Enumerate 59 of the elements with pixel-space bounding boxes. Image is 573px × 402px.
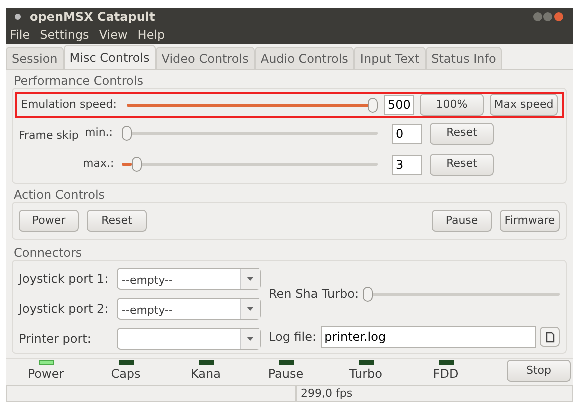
status-text: 299,0 fps (296, 385, 573, 402)
field-label: Joystick port 1: (19, 271, 110, 288)
input-field[interactable]: 3 (392, 154, 422, 174)
slider-thumb[interactable] (363, 286, 374, 302)
field-label: min.: (84, 125, 113, 142)
menu-item[interactable]: Settings (40, 26, 90, 44)
tab[interactable]: Audio Controls (254, 47, 354, 69)
document-icon (546, 332, 554, 342)
action-button[interactable]: Power (19, 210, 79, 232)
tab[interactable]: Session (6, 47, 64, 69)
field-label: Printer port: (19, 331, 92, 348)
dropdown-arrow-icon (247, 307, 254, 311)
reset-button[interactable]: Reset (430, 122, 494, 144)
led-label: Kana (191, 366, 221, 382)
tab[interactable]: Misc Controls (64, 45, 156, 69)
slider-thumb[interactable] (122, 126, 132, 141)
field-label: Ren Sha Turbo: (269, 286, 360, 303)
combo-value: --empty-- (122, 274, 173, 287)
field-label: Frame skip (19, 128, 79, 142)
group-title: Performance Controls (14, 74, 144, 88)
reset-button[interactable]: Reset (430, 154, 494, 176)
browse-button[interactable] (540, 327, 560, 347)
dropdown-arrow-icon (247, 337, 254, 341)
group-title: Action Controls (14, 188, 106, 202)
field-label: Emulation speed: (21, 96, 118, 113)
preset-speed-button[interactable]: 100% (420, 94, 484, 116)
window-title: openMSX Catapult (30, 9, 156, 26)
action-button[interactable]: Reset (87, 210, 147, 232)
app-icon (14, 13, 22, 21)
dropdown-arrow-icon (247, 277, 254, 281)
menu-item[interactable]: View (99, 26, 128, 44)
max-speed-button[interactable]: Max speed (490, 94, 558, 116)
stop-button[interactable]: Stop (507, 360, 571, 382)
led-label: Power (28, 366, 64, 382)
led-label: Turbo (349, 366, 382, 382)
led-label: Caps (111, 366, 141, 382)
action-button[interactable]: Pause (432, 210, 492, 232)
slider-thumb[interactable] (368, 98, 378, 112)
input-field[interactable]: printer.log (320, 326, 536, 348)
port-dropdown[interactable]: --empty-- (117, 298, 261, 320)
field-label: max.: (83, 156, 113, 172)
input-field[interactable]: 500 (384, 95, 414, 115)
group-title: Connectors (14, 246, 84, 260)
port-dropdown[interactable] (117, 328, 261, 350)
input-field[interactable]: 0 (392, 124, 422, 144)
port-dropdown[interactable]: --empty-- (117, 268, 261, 290)
menu-item[interactable]: File (10, 26, 30, 44)
action-button[interactable]: Firmware (500, 210, 560, 232)
window-controls-icon[interactable] (533, 12, 565, 22)
led-label: FDD (433, 366, 459, 382)
menu-item[interactable]: Help (138, 26, 166, 44)
led-label: Pause (268, 366, 304, 382)
slider-thumb[interactable] (132, 157, 142, 172)
field-label: Joystick port 2: (19, 301, 110, 318)
tab[interactable]: Video Controls (156, 47, 255, 69)
field-label: Log file: (269, 329, 317, 346)
combo-value: --empty-- (122, 304, 173, 317)
tab[interactable]: Status Info (426, 47, 502, 69)
tab[interactable]: Input Text (354, 47, 426, 69)
